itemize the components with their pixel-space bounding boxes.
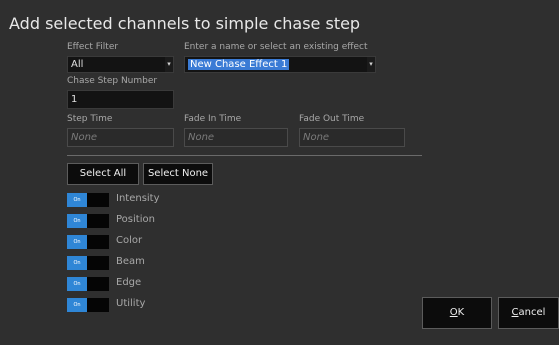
section-divider <box>67 155 422 156</box>
select-none-button[interactable]: Select None <box>143 163 213 185</box>
select-all-button[interactable]: Select All <box>67 163 139 185</box>
fade-out-time-label: Fade Out Time <box>299 114 365 124</box>
toggle-label-intensity: Intensity <box>116 193 160 204</box>
step-time-label: Step Time <box>67 114 113 124</box>
effect-name-combobox[interactable]: New Chase Effect 1 ▾ <box>184 56 376 73</box>
chase-step-number-input[interactable]: 1 <box>67 90 174 109</box>
toggle-utility[interactable]: On <box>67 298 109 312</box>
cancel-mnemonic: C <box>511 307 519 318</box>
dialog-title: Add selected channels to simple chase st… <box>9 14 361 33</box>
step-time-input[interactable]: None <box>67 128 174 147</box>
toggle-position[interactable]: On <box>67 214 109 228</box>
effect-name-label: Enter a name or select an existing effec… <box>184 42 368 52</box>
toggle-label-position: Position <box>116 214 155 225</box>
toggle-edge[interactable]: On <box>67 277 109 291</box>
chase-step-number-label: Chase Step Number <box>67 76 158 86</box>
add-to-chase-step-dialog: Add selected channels to simple chase st… <box>0 0 559 345</box>
effect-filter-value: All <box>71 59 84 70</box>
ok-button[interactable]: OK <box>422 297 492 329</box>
effect-name-value[interactable]: New Chase Effect 1 <box>188 59 290 70</box>
toggle-label-beam: Beam <box>116 256 145 267</box>
toggle-on-indicator: On <box>67 256 87 270</box>
toggle-color[interactable]: On <box>67 235 109 249</box>
effect-filter-label: Effect Filter <box>67 42 119 52</box>
fade-in-time-input[interactable]: None <box>184 128 288 147</box>
toggle-label-utility: Utility <box>116 298 146 309</box>
toggle-label-edge: Edge <box>116 277 142 288</box>
toggle-on-indicator: On <box>67 277 87 291</box>
ok-label-rest: K <box>457 307 465 318</box>
toggle-beam[interactable]: On <box>67 256 109 270</box>
toggle-label-color: Color <box>116 235 143 246</box>
toggle-on-indicator: On <box>67 214 87 228</box>
chevron-down-icon[interactable]: ▾ <box>367 57 375 72</box>
toggle-on-indicator: On <box>67 298 87 312</box>
ok-mnemonic: O <box>449 307 458 318</box>
toggle-on-indicator: On <box>67 235 87 249</box>
toggle-intensity[interactable]: On <box>67 193 109 207</box>
cancel-button[interactable]: Cancel <box>498 297 559 329</box>
fade-in-time-label: Fade In Time <box>184 114 242 124</box>
fade-out-time-input[interactable]: None <box>299 128 405 147</box>
cancel-label-rest: ancel <box>518 307 546 318</box>
toggle-on-indicator: On <box>67 193 87 207</box>
effect-filter-dropdown[interactable]: All ▾ <box>67 56 174 73</box>
chevron-down-icon[interactable]: ▾ <box>165 57 173 72</box>
